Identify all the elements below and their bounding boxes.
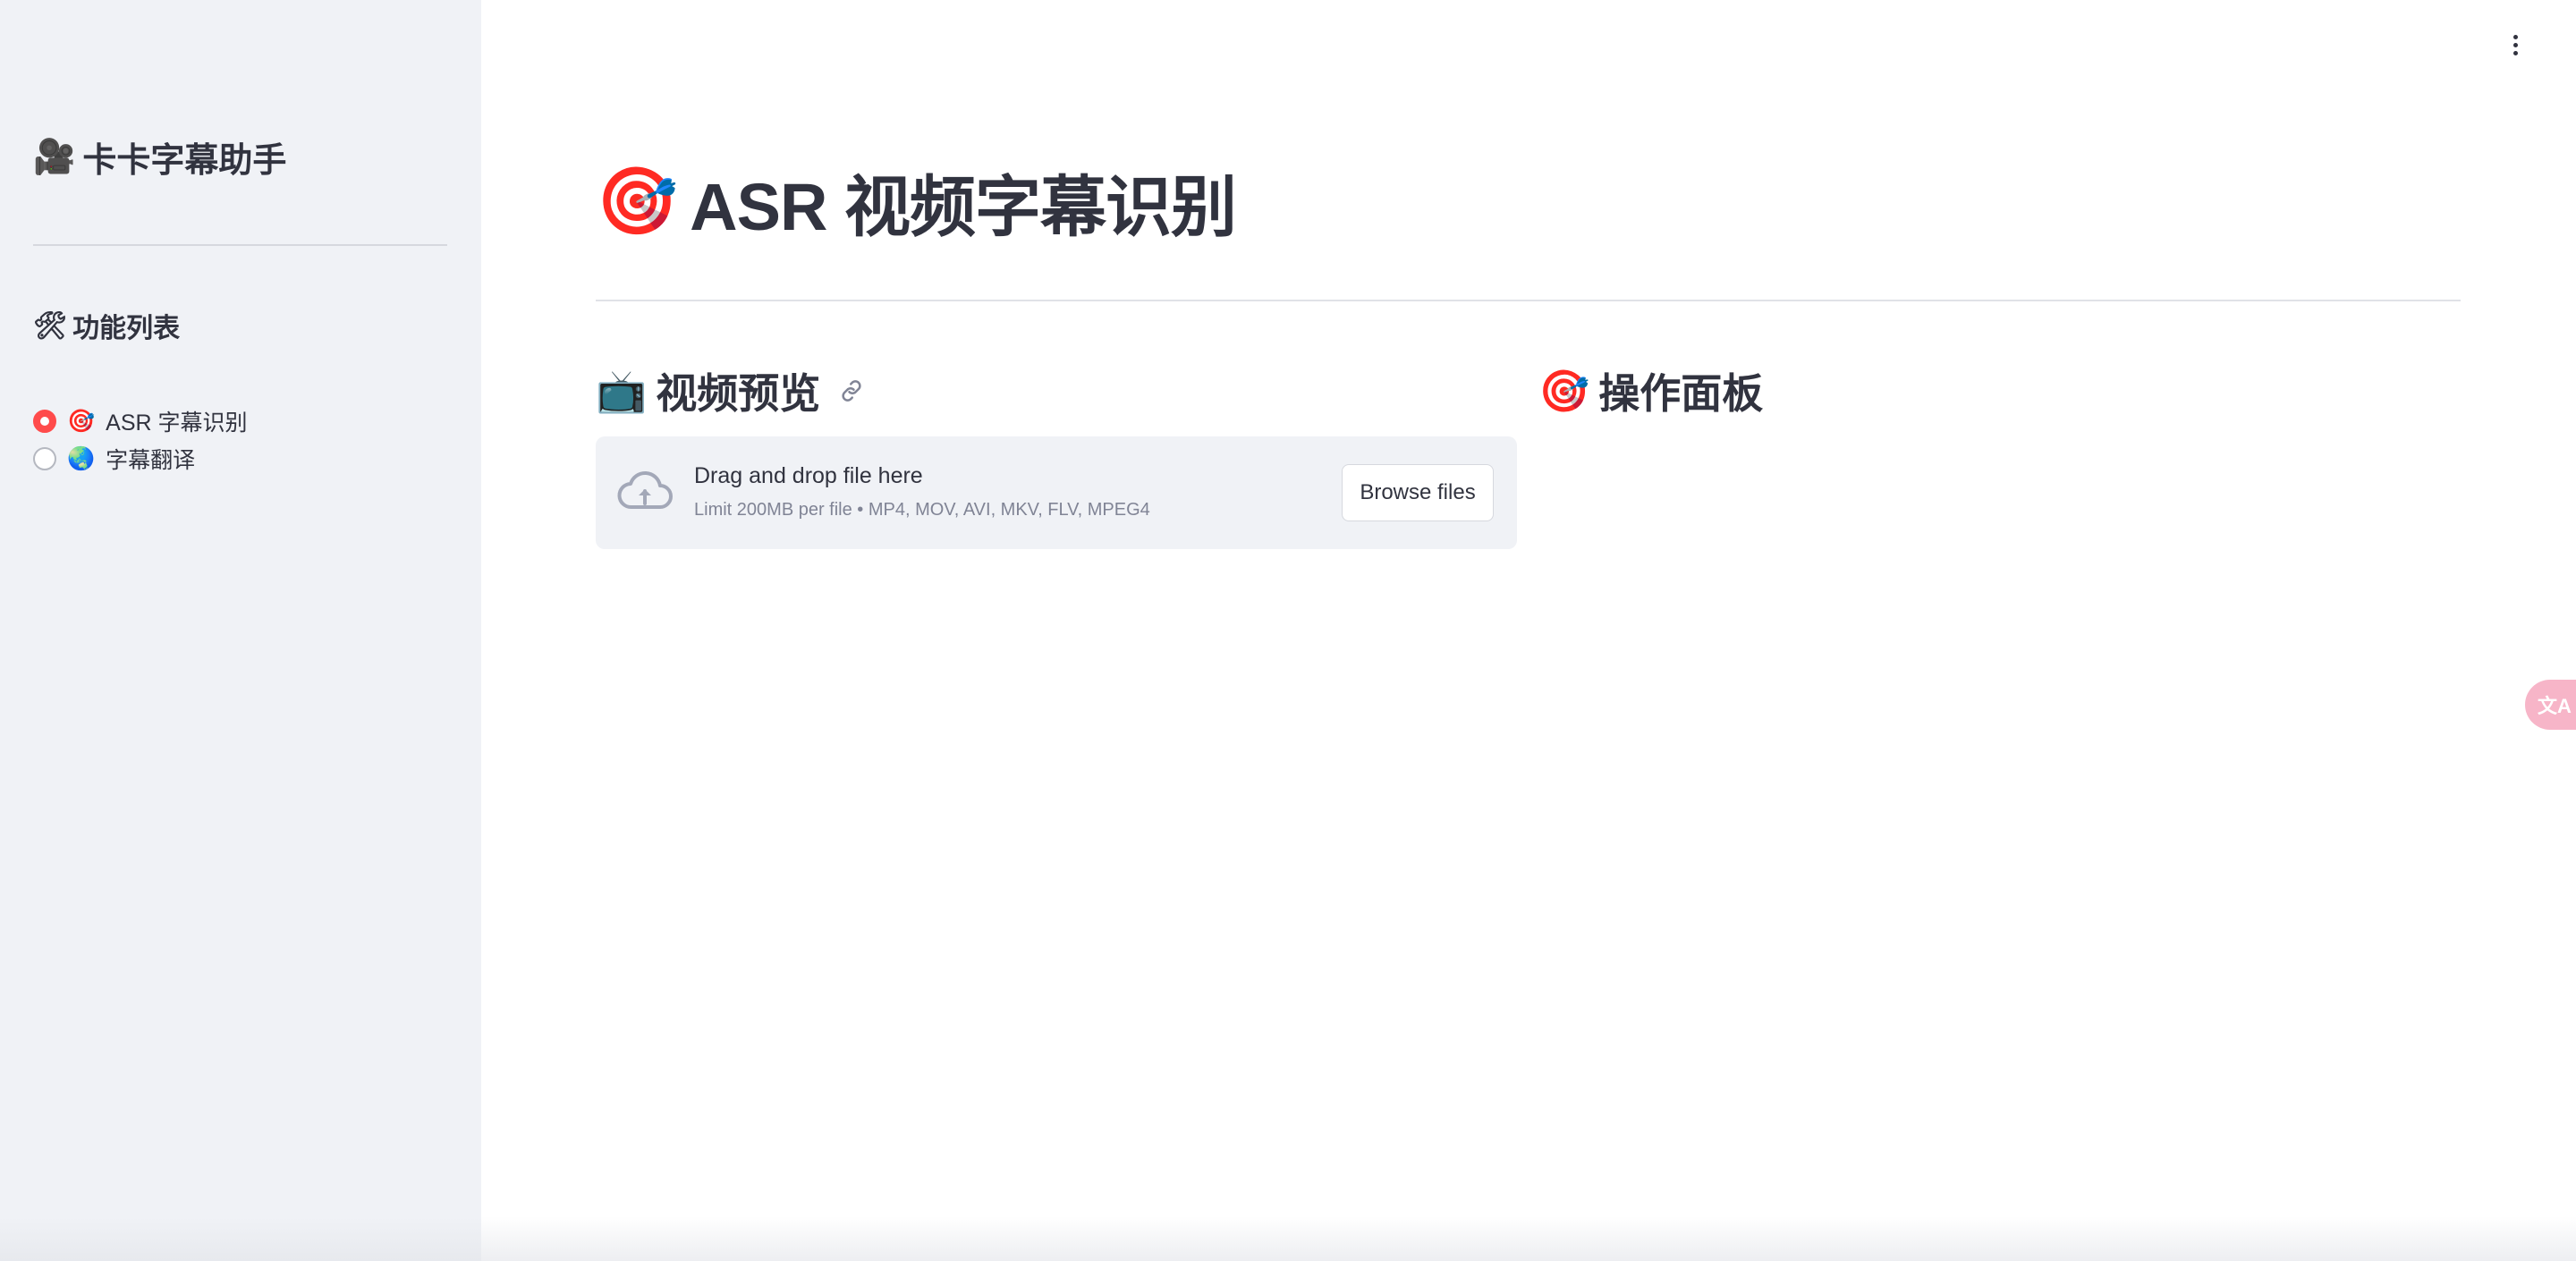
radio-option-label: ASR 字幕识别 [106, 410, 248, 436]
sidebar-title-text: 卡卡字幕助手 [82, 142, 287, 180]
file-uploader-dropzone[interactable]: Drag and drop file here Limit 200MB per … [596, 436, 1517, 549]
radio-option-label: 字幕翻译 [106, 448, 196, 473]
globe-icon: 🌏 [67, 445, 96, 471]
page-title-text: ASR 视频字幕识别 [690, 170, 1237, 244]
link-icon[interactable] [838, 377, 865, 404]
cloud-upload-icon [617, 466, 673, 520]
video-preview-header: 📺 视频预览 [596, 361, 865, 420]
translate-extension-button[interactable]: 文A [2525, 680, 2576, 730]
browse-files-button[interactable]: Browse files [1342, 464, 1494, 521]
title-divider [596, 300, 2461, 301]
tools-icon: 🛠 [33, 309, 68, 342]
video-preview-header-text: 视频预览 [656, 370, 821, 417]
main-content: 🎯 ASR 视频字幕识别 📺 视频预览 🎯 操作面板 Drag and drop… [481, 0, 2576, 1261]
sidebar-title: 🎥 卡卡字幕助手 [33, 132, 286, 182]
target-icon: 🎯 [1538, 366, 1590, 415]
target-icon: 🎯 [67, 408, 96, 434]
operation-panel-header-text: 操作面板 [1598, 370, 1764, 417]
uploader-limit-note: Limit 200MB per file • MP4, MOV, AVI, MK… [694, 500, 1150, 520]
sidebar-section-title: 🛠 功能列表 [33, 306, 180, 345]
page-title: 🎯 ASR 视频字幕识别 [596, 154, 1237, 250]
sidebar: 🎥 卡卡字幕助手 🛠 功能列表 🎯 ASR 字幕识别 🌏 字幕翻译 [0, 0, 481, 1261]
radio-button-unchecked[interactable] [33, 447, 56, 470]
kebab-dot [2512, 42, 2518, 47]
kebab-dot [2512, 50, 2518, 55]
function-radio-group: 🎯 ASR 字幕识别 🌏 字幕翻译 [33, 402, 248, 478]
kebab-dot [2512, 34, 2518, 39]
sidebar-divider [33, 244, 447, 246]
sidebar-section-label: 功能列表 [72, 314, 181, 343]
main-menu-button[interactable] [2497, 27, 2533, 63]
radio-option-translate[interactable]: 🌏 字幕翻译 [33, 440, 248, 478]
radio-option-asr[interactable]: 🎯 ASR 字幕识别 [33, 402, 248, 440]
video-camera-icon: 🎥 [33, 137, 76, 176]
television-icon: 📺 [596, 366, 648, 415]
operation-panel-header: 🎯 操作面板 [1538, 361, 1763, 420]
uploader-instruction: Drag and drop file here [694, 463, 923, 488]
target-icon: 🎯 [596, 163, 678, 240]
uploader-text: Drag and drop file here Limit 200MB per … [694, 463, 1150, 520]
app-window: 🎥 卡卡字幕助手 🛠 功能列表 🎯 ASR 字幕识别 🌏 字幕翻译 🎯 ASR … [0, 0, 2576, 1261]
radio-button-checked[interactable] [33, 410, 56, 433]
translate-icon: 文A [2538, 695, 2572, 717]
